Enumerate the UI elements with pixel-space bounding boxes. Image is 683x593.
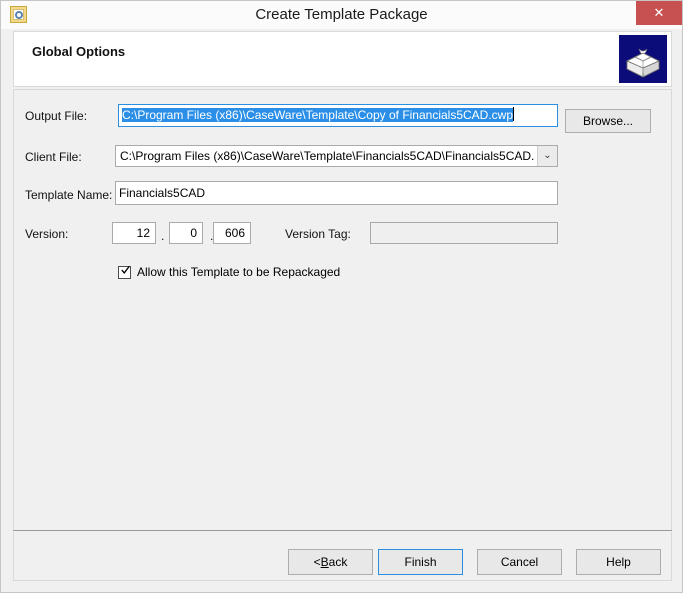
help-button[interactable]: Help <box>576 549 661 575</box>
package-box-icon <box>619 35 667 83</box>
client-file-label: Client File: <box>25 150 82 164</box>
finish-button[interactable]: Finish <box>378 549 463 575</box>
help-button-label: Help <box>606 555 631 569</box>
output-file-input[interactable]: C:\Program Files (x86)\CaseWare\Template… <box>118 104 558 127</box>
output-file-value: C:\Program Files (x86)\CaseWare\Template… <box>122 108 514 122</box>
header-panel: Global Options <box>13 31 672 87</box>
version-build-input[interactable]: 606 <box>213 222 251 244</box>
template-name-label: Template Name: <box>25 188 113 202</box>
page-title: Global Options <box>32 44 126 59</box>
version-tag-input[interactable] <box>370 222 558 244</box>
version-tag-label: Version Tag: <box>285 227 351 241</box>
back-button[interactable]: < Back <box>288 549 373 575</box>
check-icon <box>121 266 130 275</box>
footer-separator <box>13 530 672 531</box>
close-icon[interactable]: ✕ <box>636 1 682 25</box>
cancel-button[interactable]: Cancel <box>477 549 562 575</box>
text-caret <box>513 107 515 121</box>
cancel-button-label: Cancel <box>500 555 539 569</box>
repackage-checkbox-label: Allow this Template to be Repackaged <box>137 265 341 279</box>
version-label: Version: <box>25 227 69 241</box>
finish-button-label: Finish <box>404 555 437 569</box>
dialog-window: Create Template Package ✕ Global Options… <box>0 0 683 593</box>
template-name-input[interactable]: Financials5CAD <box>115 181 558 205</box>
version-major-input[interactable]: 12 <box>112 222 156 244</box>
title-bar: Create Template Package ✕ <box>1 1 682 29</box>
browse-button[interactable]: Browse... <box>565 109 651 133</box>
back-button-label: < Back <box>313 555 348 569</box>
browse-button-label: Browse... <box>582 114 633 128</box>
output-file-label: Output File: <box>25 109 88 123</box>
client-file-value: C:\Program Files (x86)\CaseWare\Template… <box>120 149 535 163</box>
package-box-svg <box>619 35 667 83</box>
template-name-value: Financials5CAD <box>119 186 206 200</box>
chevron-down-icon[interactable]: ⌄ <box>537 146 557 166</box>
version-minor-input[interactable]: 0 <box>169 222 203 244</box>
window-title: Create Template Package <box>255 6 428 23</box>
client-file-combobox[interactable]: C:\Program Files (x86)\CaseWare\Template… <box>115 145 558 167</box>
version-dot-1: . <box>161 229 165 243</box>
repackage-checkbox[interactable] <box>118 266 131 279</box>
